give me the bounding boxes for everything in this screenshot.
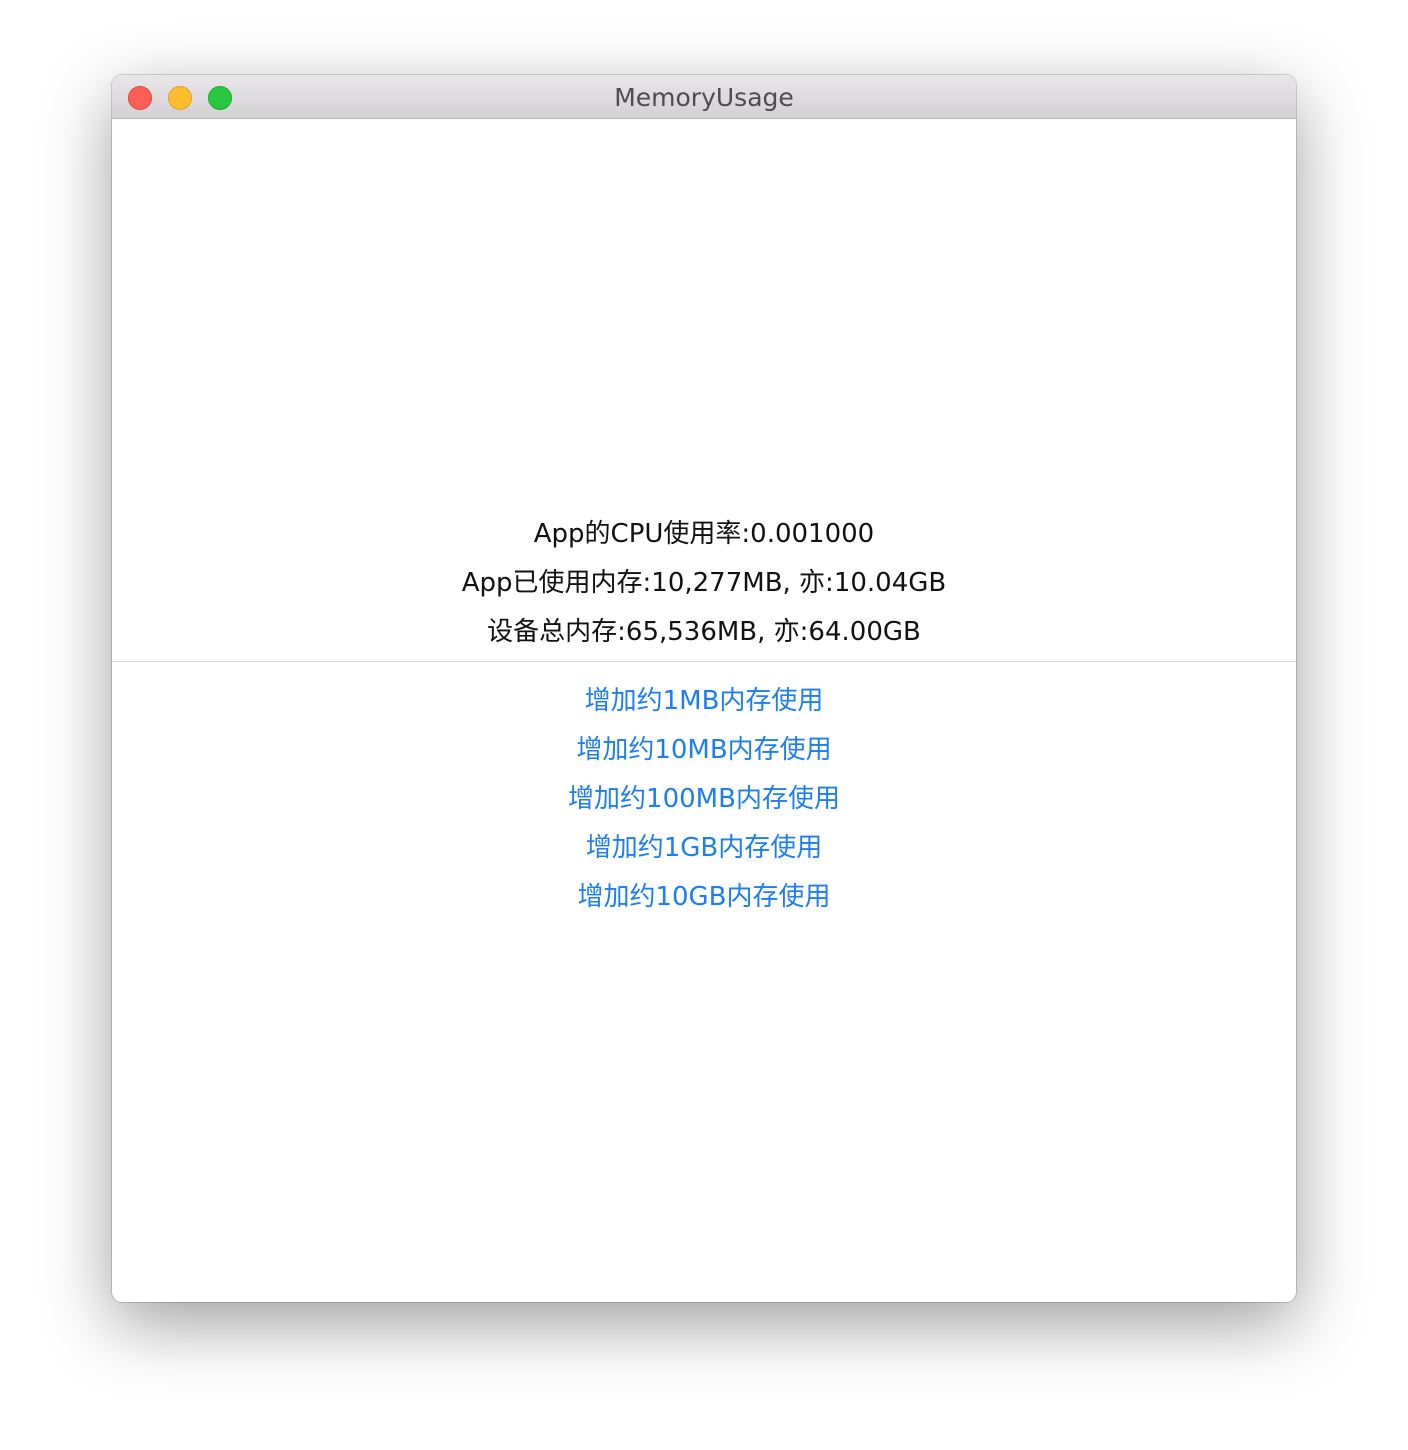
add-1mb-button[interactable]: 增加约1MB内存使用 [112,680,1296,717]
main-content: App的CPU使用率:0.001000 App已使用内存:10,277MB, 亦… [112,119,1296,1302]
device-memory-label: 设备总内存:65,536MB, 亦:64.00GB [487,617,921,647]
title-bar[interactable]: MemoryUsage [112,75,1296,119]
add-10mb-button[interactable]: 增加约10MB内存使用 [112,729,1296,766]
add-100mb-button[interactable]: 增加约100MB内存使用 [112,778,1296,815]
app-window: MemoryUsage App的CPU使用率:0.001000 App已使用内存… [112,75,1296,1302]
window-title: MemoryUsage [614,83,794,112]
cpu-usage-label: App的CPU使用率:0.001000 [533,519,875,549]
add-1gb-button[interactable]: 增加约1GB内存使用 [112,827,1296,864]
separator-line [112,661,1296,662]
add-10gb-button[interactable]: 增加约10GB内存使用 [112,876,1296,913]
app-memory-label: App已使用内存:10,277MB, 亦:10.04GB [461,568,947,598]
